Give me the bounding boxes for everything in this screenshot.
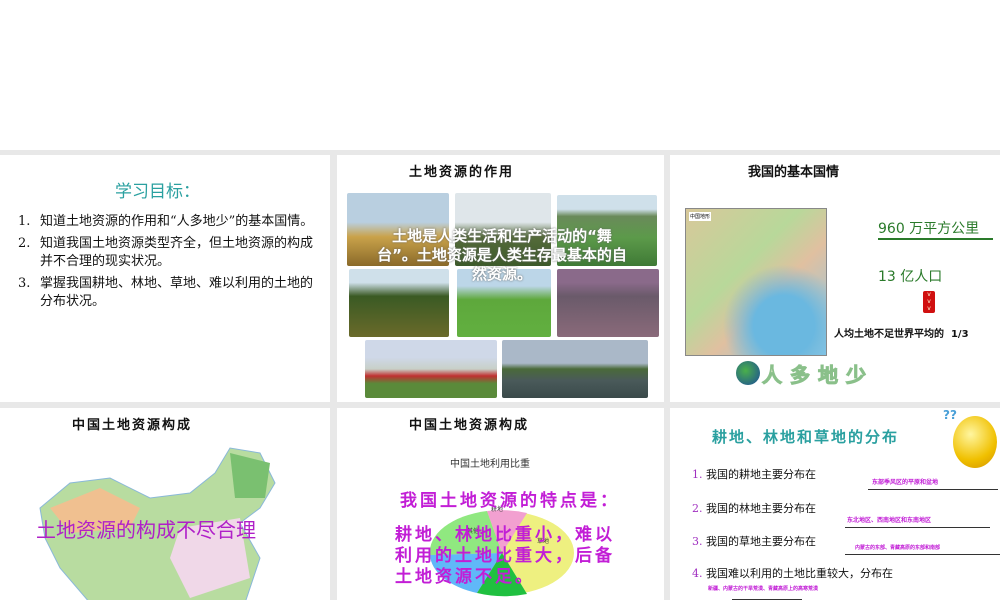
question-mark-icon: ?? xyxy=(943,408,957,422)
answer-blank: 东部季风区的平原和盆地 xyxy=(868,477,998,490)
thinking-face-icon xyxy=(953,416,997,468)
down-arrow-icon: vvv xyxy=(923,291,935,313)
slide-thumbnail-5[interactable]: 中国土地资源构成 中国土地利用比重 其他 耕地 草地 我国土地资源的特点是： 耕… xyxy=(337,408,664,600)
population-text: 13 亿人口 xyxy=(878,269,943,285)
slide-title: 耕地、林地和草地的分布 xyxy=(712,428,900,446)
slide-title: 学习目标： xyxy=(115,182,200,202)
goal-item: 2. 知道我国土地资源类型齐全，但土地资源的构成并不合理的现实状况。 xyxy=(18,236,314,269)
distribution-item: 1. 我国的耕地主要分布在 xyxy=(692,468,816,481)
answer-text: 新疆、内蒙古的干旱荒漠、青藏高原上的高寒荒漠 xyxy=(708,586,819,592)
chart-title: 中国土地利用比重 xyxy=(450,459,530,470)
per-capita-text: 人均土地不足世界平均的 1/3 xyxy=(834,329,969,340)
goal-item: 3. 掌握我国耕地、林地、草地、难以利用的土地的分布状况。 xyxy=(18,276,314,309)
slide-title: 我国的基本国情 xyxy=(748,165,840,180)
slide-title: 中国土地资源构成 xyxy=(409,418,530,433)
slide-title: 土地资源的作用 xyxy=(409,165,515,180)
answer-blank: 内蒙古的东部、青藏高原的东部和南部 xyxy=(845,544,1000,555)
slide-thumbnail-6[interactable]: 耕地、林地和草地的分布 ?? 1. 我国的耕地主要分布在 东部季风区的平原和盆地… xyxy=(670,408,1000,600)
building-photo xyxy=(365,340,497,398)
feature-body: 耕地、林地比重小，难以利用的土地比重大，后备土地资源不足。 xyxy=(395,525,615,587)
slide-thumbnail-2[interactable]: 土地资源的作用 土地是人类生活和生产活动的“舞台”。土地资源是人类生存最基本的自… xyxy=(337,155,664,402)
feature-heading: 我国土地资源的特点是： xyxy=(400,491,620,511)
slide-thumbnail-1[interactable]: 学习目标： 1. 知道土地资源的作用和“人多地少”的基本国情。 2. 知道我国土地资… xyxy=(0,155,330,402)
slide-title: 中国土地资源构成 xyxy=(72,418,193,433)
goal-item: 1. 知道土地资源的作用和“人多地少”的基本国情。 xyxy=(18,214,314,229)
land-role-text: 土地是人类生活和生产活动的“舞台”。土地资源是人类生存最基本的自然资源。 xyxy=(377,227,627,283)
globe-icon xyxy=(736,361,760,385)
distribution-item: 3. 我国的草地主要分布在 xyxy=(692,535,816,548)
answer-blank: 东北地区、西南地区和东南地区 xyxy=(845,515,990,528)
distribution-item: 4. 我国难以利用的土地比重较大，分布在 xyxy=(692,567,893,580)
banner-text: 人多地少 xyxy=(762,363,874,388)
slide-thumbnail-4[interactable]: 中国土地资源构成 土地资源的构成不尽合理 xyxy=(0,408,330,600)
lake-photo xyxy=(502,340,648,398)
distribution-item: 2. 我国的林地主要分布在 xyxy=(692,502,816,515)
area-text: 960 万平方公里 xyxy=(878,221,993,240)
china-map-image: 中国地形 xyxy=(685,208,827,356)
overlay-text: 土地资源的构成不尽合理 xyxy=(36,518,256,542)
slide-thumbnail-3[interactable]: 我国的基本国情 中国地形 960 万平方公里 13 亿人口 vvv 人均土地不足… xyxy=(670,155,1000,402)
